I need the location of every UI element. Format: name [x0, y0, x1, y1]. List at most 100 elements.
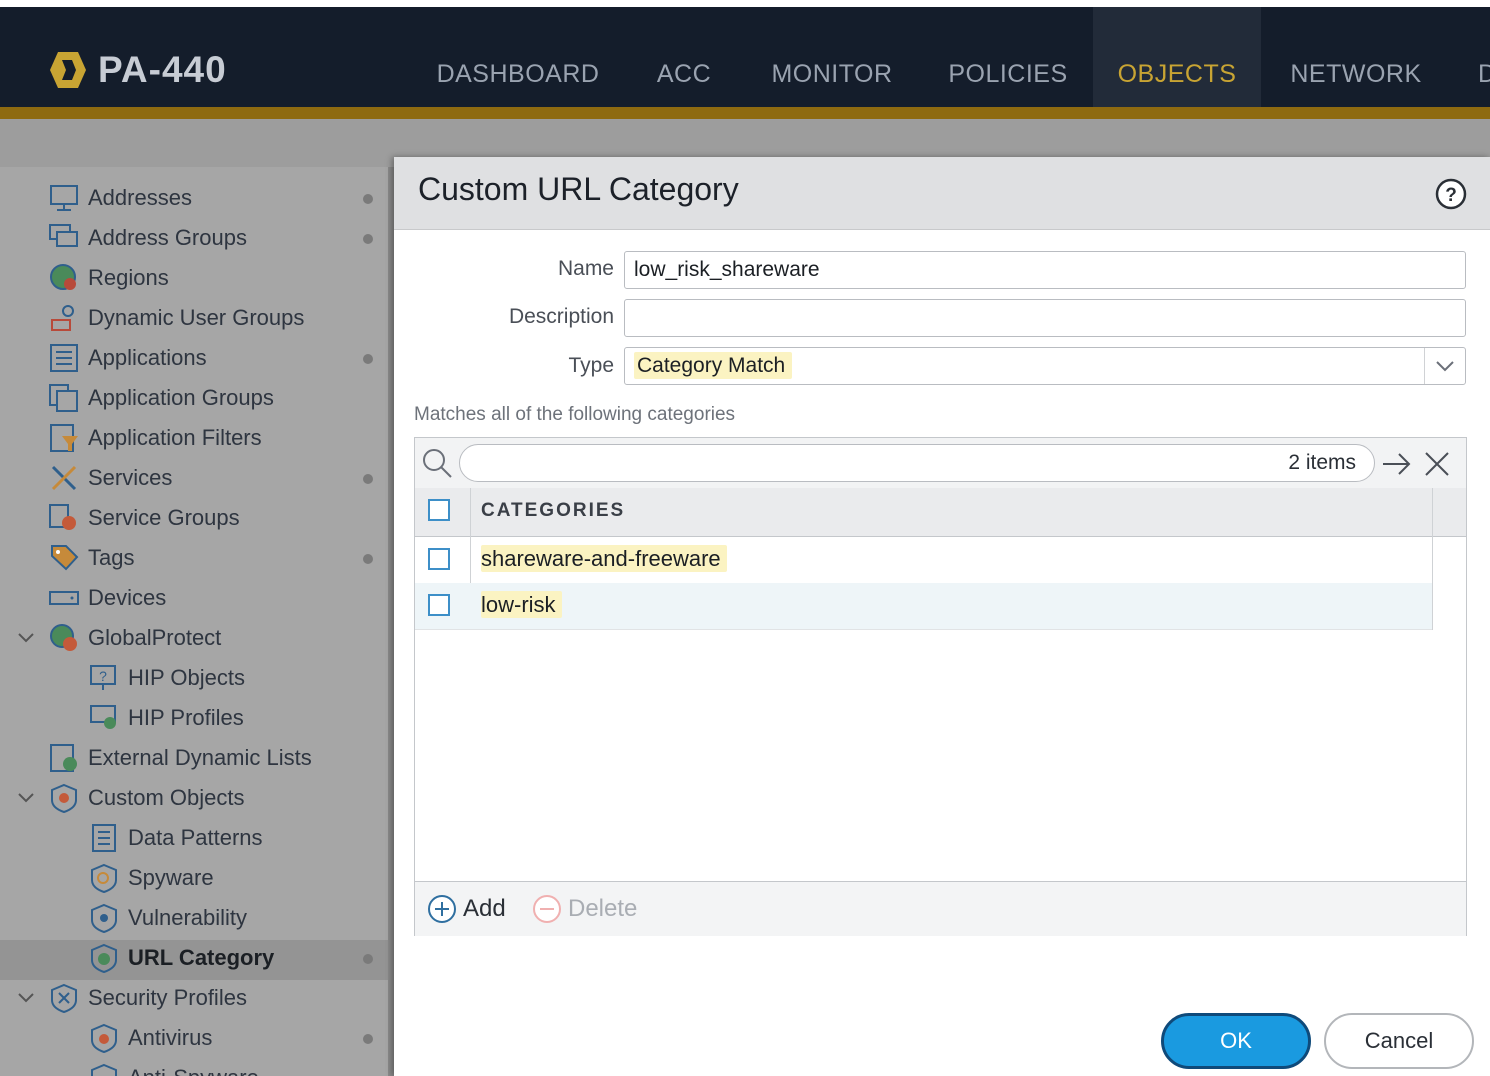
sidebar-item-application-filters[interactable]: Application Filters [48, 418, 262, 458]
antivirus-icon [91, 1023, 117, 1054]
sidebar-item-devices[interactable]: Devices [48, 578, 166, 618]
minus-circle-icon [533, 895, 561, 923]
category-name: low-risk [481, 591, 562, 618]
row-checkbox[interactable] [428, 548, 450, 570]
sidebar-item-hip-objects[interactable]: ? HIP Objects [88, 658, 245, 698]
sidebar-item-data-patterns[interactable]: Data Patterns [88, 818, 263, 858]
anti-spyware-icon [91, 1063, 117, 1076]
sidebar-item-applications[interactable]: Applications [48, 338, 207, 378]
sidebar-item-url-category[interactable]: URL Category [88, 938, 274, 978]
close-icon[interactable] [1423, 450, 1451, 478]
search-input[interactable]: 2 items [459, 444, 1375, 482]
svg-text:?: ? [1445, 185, 1457, 206]
arrow-right-icon[interactable] [1381, 450, 1413, 478]
globalprotect-icon [50, 624, 77, 651]
sidebar-item-vulnerability[interactable]: Vulnerability [88, 898, 247, 938]
category-name: shareware-and-freeware [481, 545, 727, 572]
custom-objects-icon [51, 783, 77, 814]
sidebar-item-address-groups[interactable]: Address Groups [48, 218, 247, 258]
categories-column-header[interactable]: CATEGORIES [481, 500, 625, 522]
column-divider [1432, 488, 1433, 630]
status-dot [363, 474, 373, 484]
type-dropdown-toggle[interactable] [1424, 348, 1465, 384]
select-all-checkbox[interactable] [428, 499, 450, 521]
sidebar-item-label: Vulnerability [128, 905, 248, 930]
grid-search-bar: 2 items [415, 438, 1466, 489]
table-row[interactable]: shareware-and-freeware [415, 537, 1432, 584]
chevron-down-icon[interactable] [16, 788, 36, 808]
top-navigation-bar: PA-440 DASHBOARD ACC MONITOR POLICIES OB… [0, 7, 1490, 107]
type-selected-value: Category Match [634, 352, 793, 379]
device-icon [49, 591, 79, 605]
accent-bar [0, 107, 1490, 119]
type-select[interactable]: Category Match [624, 347, 1466, 385]
sidebar-item-label: Spyware [128, 865, 214, 890]
category-cell: shareware-and-freeware [481, 545, 727, 572]
sidebar-item-regions[interactable]: Regions [48, 258, 169, 298]
tools-icon [51, 465, 77, 491]
security-profiles-icon [51, 983, 77, 1014]
sidebar-item-anti-spyware[interactable]: Anti-Spyware [88, 1058, 259, 1076]
sidebar-item-label: Addresses [88, 185, 192, 210]
tab-acc[interactable]: ACC [638, 7, 730, 107]
name-field[interactable]: low_risk_shareware [624, 251, 1466, 289]
sidebar-item-services[interactable]: Services [48, 458, 172, 498]
cancel-button[interactable]: Cancel [1324, 1013, 1474, 1069]
sidebar-item-addresses[interactable]: Addresses [48, 178, 192, 218]
category-cell: low-risk [481, 591, 562, 618]
delete-label: Delete [568, 895, 638, 922]
sidebar-item-hip-profiles[interactable]: HIP Profiles [88, 698, 244, 738]
status-dot [363, 1034, 373, 1044]
hip-objects-icon: ? [90, 665, 116, 690]
dialog-title: Custom URL Category [418, 171, 739, 207]
sidebar-item-globalprotect[interactable]: GlobalProtect [48, 618, 221, 658]
description-label: Description [508, 305, 614, 328]
filter-icon [50, 424, 78, 452]
sidebar-item-label: Application Filters [88, 425, 262, 450]
sidebar-item-label: HIP Profiles [128, 705, 244, 730]
delete-button[interactable]: Delete [532, 894, 637, 924]
tab-policies[interactable]: POLICIES [934, 7, 1082, 107]
objects-sidebar: Addresses Address Groups Regions Dynamic… [0, 167, 390, 1076]
user-group-icon [51, 305, 74, 331]
status-dot [363, 954, 373, 964]
status-dot [363, 354, 373, 364]
custom-url-category-dialog: Custom URL Category ? Name low_risk_shar… [394, 157, 1490, 1076]
chevron-down-icon[interactable] [16, 628, 36, 648]
hip-profiles-icon [90, 705, 116, 729]
tab-network[interactable]: NETWORK [1272, 7, 1440, 107]
tab-dashboard[interactable]: DASHBOARD [420, 7, 616, 107]
brand: PA-440 [48, 47, 227, 93]
sidebar-item-antivirus[interactable]: Antivirus [88, 1018, 212, 1058]
sidebar-item-label: Anti-Spyware [128, 1065, 259, 1076]
table-row[interactable]: low-risk [415, 583, 1432, 630]
tab-objects[interactable]: OBJECTS [1093, 7, 1261, 107]
help-icon[interactable]: ? [1434, 177, 1468, 211]
tab-monitor[interactable]: MONITOR [752, 7, 912, 107]
sidebar-item-tags[interactable]: Tags [48, 538, 134, 578]
sidebar-item-service-groups[interactable]: Service Groups [48, 498, 240, 538]
sidebar-item-external-dynamic-lists[interactable]: External Dynamic Lists [48, 738, 312, 778]
sidebar-item-custom-objects[interactable]: Custom Objects [48, 778, 245, 818]
sidebar-item-dynamic-user-groups[interactable]: Dynamic User Groups [48, 298, 304, 338]
ok-button[interactable]: OK [1161, 1013, 1311, 1069]
sidebar-item-label: Tags [88, 545, 135, 570]
grid-footer: Add Delete [415, 881, 1466, 936]
chevron-down-icon[interactable] [16, 988, 36, 1008]
address-groups-icon [49, 224, 78, 247]
palo-alto-logo-icon [50, 52, 86, 88]
search-icon [423, 449, 452, 478]
sidebar-item-label: Antivirus [128, 1025, 213, 1050]
sidebar-item-security-profiles[interactable]: Security Profiles [48, 978, 247, 1018]
row-checkbox[interactable] [428, 594, 450, 616]
sidebar-item-spyware[interactable]: Spyware [88, 858, 214, 898]
sidebar-item-application-groups[interactable]: Application Groups [48, 378, 274, 418]
tab-next-cutoff[interactable]: D [1478, 7, 1490, 107]
monitor-icon [50, 185, 78, 211]
matches-label: Matches all of the following categories [414, 404, 736, 425]
description-field[interactable] [624, 299, 1466, 337]
grid-column-header: CATEGORIES [415, 488, 1466, 537]
vulnerability-icon [91, 903, 117, 934]
add-button[interactable]: Add [427, 894, 506, 924]
data-patterns-icon [92, 824, 116, 852]
